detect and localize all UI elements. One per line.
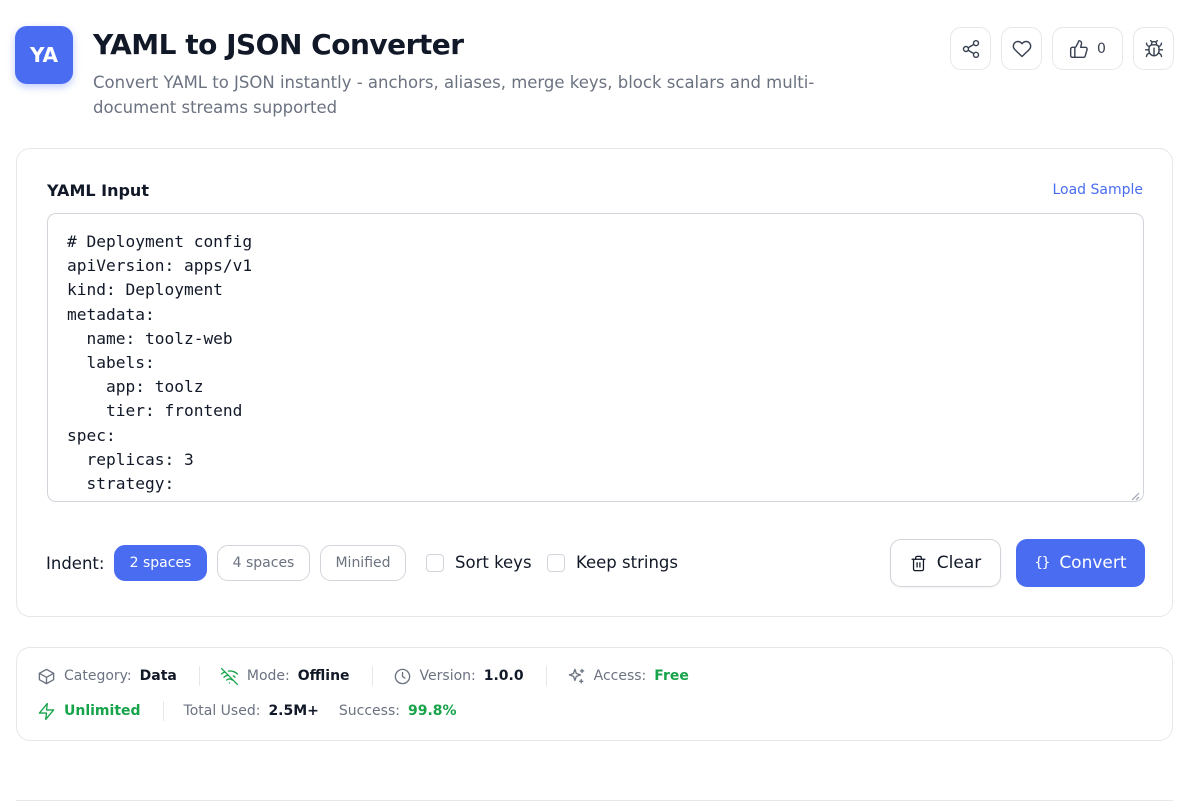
converter-card: YAML Input Load Sample Indent: 2 spaces … [16, 148, 1173, 617]
unlimited-label: Unlimited [64, 703, 141, 719]
yaml-input[interactable] [48, 214, 1143, 501]
favorite-button[interactable] [1001, 27, 1042, 70]
thumbs-up-icon [1069, 39, 1088, 58]
success-key: Success: [338, 703, 400, 719]
access-value: Free [654, 668, 689, 684]
version-info: Version: 1.0.0 [393, 667, 524, 686]
keep-strings-checkbox[interactable] [547, 554, 565, 572]
sort-keys-checkbox[interactable] [426, 554, 444, 572]
box-icon [38, 668, 55, 684]
category-info: Category: Data [37, 667, 177, 686]
indent-2-spaces-option[interactable]: 2 spaces [114, 545, 207, 581]
wifi-off-icon [220, 667, 238, 685]
version-key: Version: [419, 668, 476, 684]
clear-button[interactable]: Clear [890, 539, 1001, 587]
share-button[interactable] [950, 27, 991, 70]
version-value: 1.0.0 [483, 668, 524, 684]
divider [198, 666, 200, 686]
bug-icon [1144, 39, 1163, 57]
indent-4-spaces-option[interactable]: 4 spaces [217, 545, 310, 581]
divider [371, 666, 373, 686]
total-used-value: 2.5M+ [268, 703, 319, 719]
mode-value: Offline [297, 668, 350, 684]
indent-minified-option[interactable]: Minified [320, 545, 406, 581]
total-used-key: Total Used: [183, 703, 261, 719]
divider [16, 800, 1173, 801]
trash-icon [911, 555, 926, 571]
yaml-input-label: YAML Input [47, 181, 149, 200]
unlimited-info: Unlimited [37, 702, 141, 721]
zap-icon [38, 702, 55, 720]
success-info: Success: 99.8% [339, 703, 457, 719]
category-key: Category: [64, 668, 132, 684]
success-value: 99.8% [407, 703, 457, 719]
resize-handle-icon[interactable] [1130, 488, 1140, 501]
keep-strings-label: Keep strings [576, 553, 678, 572]
braces-icon: {} [1034, 555, 1050, 571]
sort-keys-label: Sort keys [455, 553, 532, 572]
clock-icon [394, 668, 410, 684]
total-used-info: Total Used: 2.5M+ [184, 703, 319, 719]
page-subtitle: Convert YAML to JSON instantly - anchors… [93, 73, 815, 117]
access-key: Access: [593, 668, 647, 684]
heart-icon [1012, 40, 1031, 57]
tool-info-card: Category: Data Mode: Offline Version: 1.… [16, 647, 1173, 741]
category-value: Data [139, 668, 177, 684]
divider [162, 701, 164, 721]
convert-button-label: Convert [1059, 553, 1127, 573]
indent-label: Indent: [46, 554, 105, 573]
yaml-editor [47, 213, 1144, 502]
divider [545, 666, 547, 686]
access-info: Access: Free [567, 667, 689, 686]
clear-button-label: Clear [936, 553, 982, 573]
like-button[interactable]: 0 [1052, 27, 1123, 70]
convert-button[interactable]: {} Convert [1016, 539, 1145, 587]
app-logo: YA [15, 26, 73, 84]
report-bug-button[interactable] [1133, 27, 1174, 70]
like-count: 0 [1097, 40, 1106, 57]
share-icon [962, 39, 979, 58]
mode-key: Mode: [246, 668, 290, 684]
page-title: YAML to JSON Converter [93, 28, 464, 61]
sparkles-icon [568, 668, 584, 684]
load-sample-link[interactable]: Load Sample [1052, 182, 1143, 198]
mode-info: Mode: Offline [220, 667, 350, 686]
